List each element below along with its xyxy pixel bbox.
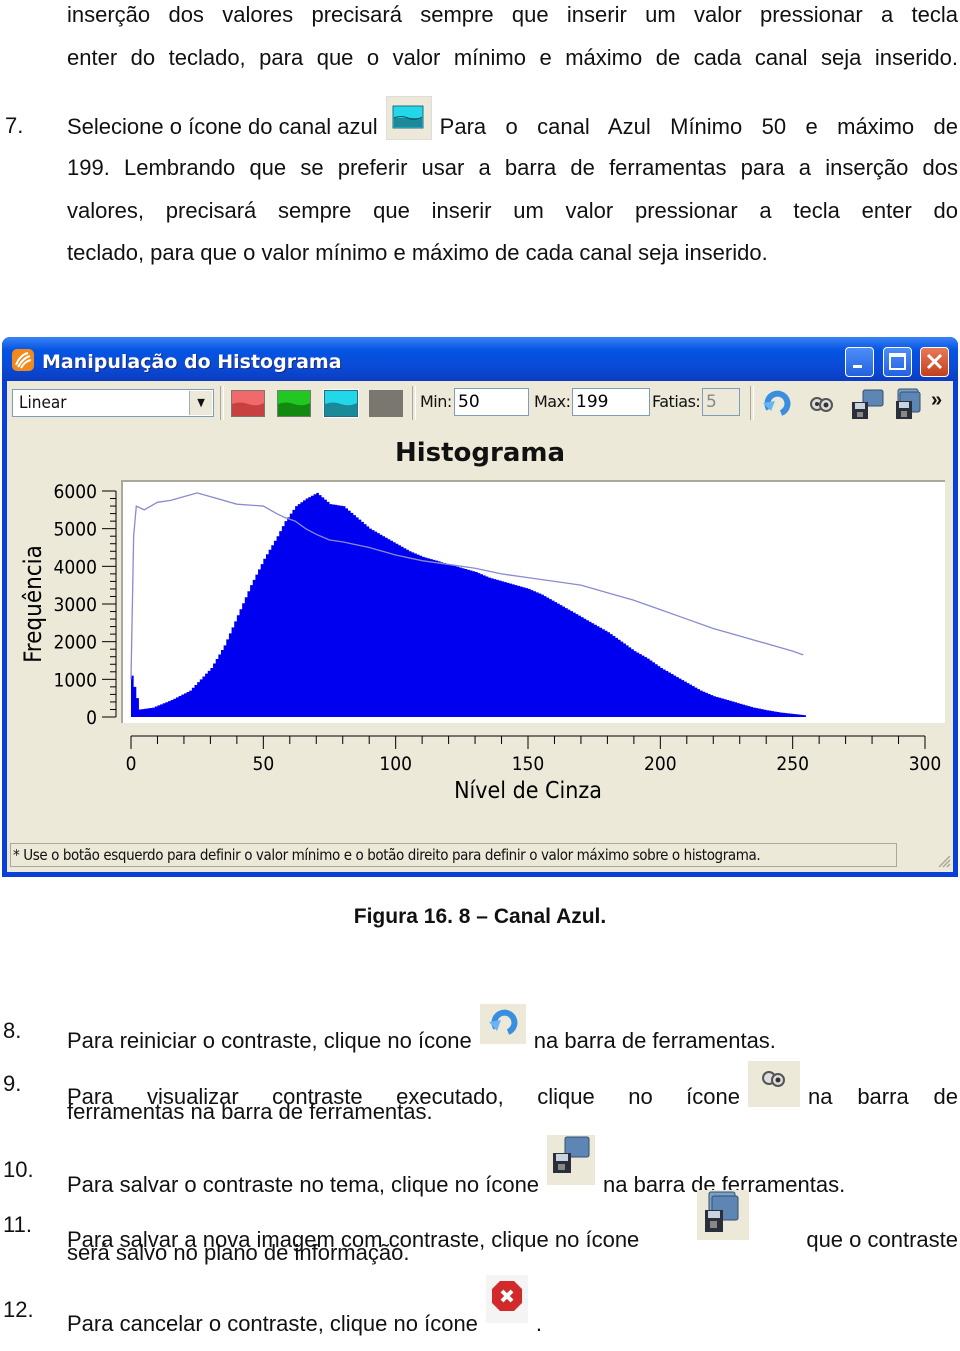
min-label: Min:	[420, 392, 452, 411]
minimize-icon	[853, 365, 862, 368]
mode-select[interactable]: Linear ▼	[12, 389, 214, 417]
y-tick-label: 3000	[54, 594, 98, 616]
cancel-icon	[485, 1275, 528, 1329]
view-button[interactable]	[804, 387, 840, 421]
green-channel-button[interactable]	[277, 390, 311, 417]
y-tick-label: 1000	[54, 669, 98, 691]
step-text-after-icon: na barra de	[808, 1084, 958, 1109]
view-icon	[748, 1061, 800, 1113]
step-text-after-icon: .	[535, 1311, 543, 1336]
save-image-icon	[696, 1190, 749, 1246]
red-channel-button[interactable]	[231, 390, 265, 417]
reset-button[interactable]	[759, 387, 795, 421]
step-7-line-2: 199. Lembrando que se preferir usar a ba…	[67, 155, 958, 180]
y-axis-label: Frequência	[19, 545, 47, 663]
step-7-number: 7.	[5, 113, 24, 138]
toolbar-overflow-button[interactable]: »	[931, 389, 942, 412]
step-text-before-icon: Para salvar o contraste no tema, clique …	[67, 1172, 540, 1197]
minimize-button[interactable]	[845, 347, 874, 377]
title-bar[interactable]: Manipulação do Histograma	[2, 337, 958, 381]
figure-caption: Figura 16. 8 – Canal Azul.	[353, 905, 607, 928]
status-hint: * Use o botão esquerdo para definir o va…	[10, 843, 897, 867]
y-tick-label: 5000	[54, 519, 98, 541]
green-channel-icon	[278, 402, 310, 416]
step-number: 12.	[3, 1297, 34, 1322]
slices-input[interactable]	[702, 388, 740, 416]
x-tick-label: 0	[126, 753, 137, 775]
toolbar-separator	[412, 386, 416, 420]
maximize-button[interactable]	[883, 347, 912, 377]
intro-line-2: enter do teclado, para que o valor mínim…	[67, 45, 958, 70]
step-text-after-icon: na barra de ferramentas.	[533, 1028, 776, 1053]
step-continuation: ferramentas na barra de ferramentas.	[67, 1099, 433, 1124]
y-tick-label: 4000	[54, 556, 98, 578]
chevron-down-icon[interactable]: ▼	[189, 391, 212, 415]
step-text-after-icon: que o contraste	[806, 1227, 958, 1252]
min-input[interactable]	[454, 388, 529, 416]
resize-grip-icon[interactable]	[937, 854, 951, 868]
step-continuation: será salvo no plano de informação.	[67, 1240, 410, 1265]
y-tick-label: 2000	[54, 632, 98, 654]
histogram-app-icon	[12, 349, 34, 371]
step-number: 11.	[3, 1212, 32, 1237]
view-icon	[810, 397, 833, 412]
gray-channel-button[interactable]	[369, 390, 403, 417]
step-7-text-after-icon: Para o canal Azul Mínimo 50 e máximo de	[439, 113, 958, 139]
blue-channel-button[interactable]	[323, 389, 359, 418]
y-tick-label: 6000	[54, 481, 98, 503]
step-text-before-icon: Para cancelar o contraste, clique no íco…	[67, 1311, 478, 1336]
save-theme-icon	[852, 389, 884, 419]
slices-label: Fatias:	[652, 392, 701, 411]
step-7-line-3: valores, precisará sempre que inserir um…	[67, 198, 958, 223]
x-tick-label: 200	[644, 753, 677, 775]
x-tick-label: 300	[909, 753, 942, 775]
histogram-window: Manipulação do Histograma Linear ▼ Min: …	[2, 337, 958, 877]
blue-channel-icon	[325, 402, 357, 416]
save-theme-button[interactable]	[849, 387, 885, 421]
y-tick-label: 0	[86, 707, 97, 729]
save-image-button[interactable]	[892, 387, 928, 421]
toolbar-separator	[220, 386, 224, 420]
step-line: Para cancelar o contraste, clique no íco…	[67, 1275, 958, 1351]
toolbar-separator	[750, 386, 754, 420]
step-7-line-4: teclado, para que o valor mínimo e máxim…	[67, 240, 768, 265]
max-input[interactable]	[572, 388, 650, 416]
intro-line-1: inserção dos valores precisará sempre qu…	[67, 2, 958, 27]
maximize-icon	[889, 353, 906, 370]
blue-channel-icon	[385, 96, 432, 140]
close-icon	[926, 353, 943, 370]
step-number: 9.	[3, 1071, 22, 1096]
mode-select-value: Linear	[19, 393, 67, 413]
reset-icon	[479, 1004, 526, 1050]
red-channel-icon	[232, 402, 264, 416]
histogram-chart[interactable]: 0 1000 2000 3000 4000 5000 6000 Frequência 0 50 10…	[7, 421, 953, 841]
max-label: Max:	[534, 392, 571, 411]
x-tick-label: 50	[252, 753, 274, 775]
x-tick-label: 100	[379, 753, 412, 775]
step-line: Para salvar o contraste no tema, clique …	[67, 1135, 958, 1213]
reset-icon	[763, 390, 791, 416]
window-client-area: Linear ▼ Min: Max: Fatias:	[7, 381, 953, 872]
x-tick-label: 150	[512, 753, 545, 775]
x-axis-label: Nível de Cinza	[454, 778, 602, 804]
step-7-first-line: Selecione o ícone do canal azul Para o c…	[67, 96, 958, 148]
step-7-text-before-icon: Selecione o ícone do canal azul	[67, 113, 378, 139]
x-tick-label: 250	[776, 753, 809, 775]
close-button[interactable]	[920, 347, 949, 377]
step-number: 10.	[3, 1157, 34, 1182]
save-theme-icon	[547, 1135, 596, 1191]
step-text-before-icon: Para reiniciar o contraste, clique no íc…	[67, 1028, 472, 1053]
step-number: 8.	[3, 1018, 22, 1043]
save-image-icon	[896, 388, 921, 419]
step-line: Para reiniciar o contraste, clique no íc…	[67, 1004, 958, 1064]
window-title: Manipulação do Histograma	[42, 351, 342, 373]
